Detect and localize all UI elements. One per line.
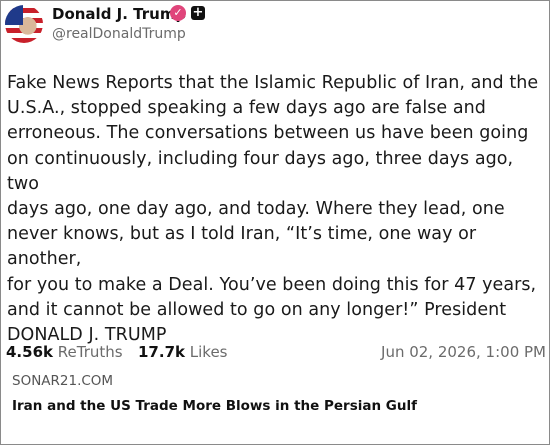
retruths-label: ReTruths bbox=[57, 343, 123, 361]
post-text-line: erroneous. The conversations between us … bbox=[7, 123, 529, 144]
avatar[interactable] bbox=[5, 5, 43, 43]
post-text-line: and it cannot be allowed to go on any lo… bbox=[7, 299, 507, 320]
post-stats: 4.56k ReTruths 17.7k Likes Jun 02, 2026,… bbox=[6, 343, 546, 363]
plus-square-icon[interactable]: + bbox=[191, 6, 205, 20]
likes-label: Likes bbox=[189, 343, 228, 361]
author-handle[interactable]: @realDonaldTrump bbox=[52, 26, 186, 42]
retruths-stat[interactable]: 4.56k ReTruths bbox=[6, 343, 123, 361]
post-text-line: U.S.A., stopped speaking a few days ago … bbox=[7, 98, 486, 119]
post-text-line: on continuously, including four days ago… bbox=[7, 148, 514, 194]
post-text-line: days ago, one day ago, and today. Where … bbox=[7, 199, 505, 220]
post-text-line: Fake News Reports that the Islamic Repub… bbox=[7, 73, 539, 93]
post-timestamp[interactable]: Jun 02, 2026, 1:00 PM bbox=[381, 343, 546, 361]
author-name[interactable]: Donald J. Trump bbox=[52, 5, 186, 23]
source-label: SONAR21.COM bbox=[12, 373, 114, 389]
article-headline[interactable]: Iran and the US Trade More Blows in the … bbox=[12, 398, 417, 414]
post-text-line: for you to make a Deal. You’ve been doin… bbox=[7, 274, 537, 295]
check-badge-icon: ✓ bbox=[170, 5, 186, 21]
likes-count: 17.7k bbox=[138, 343, 185, 361]
likes-stat[interactable]: 17.7k Likes bbox=[138, 343, 228, 361]
post-text: Fake News Reports that the Islamic Repub… bbox=[7, 71, 547, 348]
post-card: Donald J. Trump ✓ + @realDonaldTrump Fak… bbox=[0, 0, 550, 445]
retruths-count: 4.56k bbox=[6, 343, 53, 361]
post-text-line: never knows, but as I told Iran, “It’s t… bbox=[7, 224, 477, 270]
